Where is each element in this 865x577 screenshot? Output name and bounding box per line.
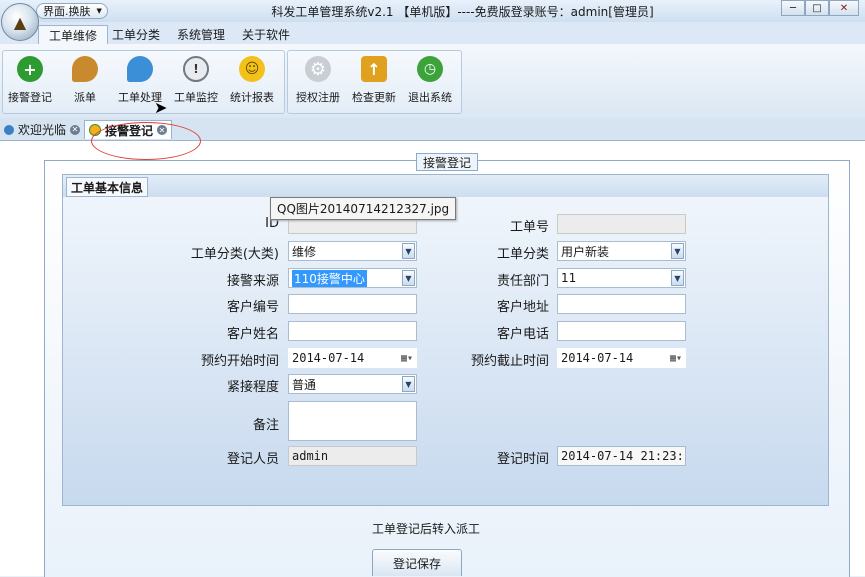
ribbon-group-system: ⚙ 授权注册 ↑ 检查更新 ◷ 退出系统	[287, 50, 462, 114]
tab-ticket-category[interactable]: 工单分类	[102, 25, 170, 44]
monitor-ticket-button[interactable]: ! 工单监控	[169, 56, 223, 105]
message-icon	[127, 56, 153, 82]
registrar-field: admin	[288, 446, 417, 466]
maximize-button[interactable]: □	[805, 0, 829, 16]
app-logo-icon: ▲	[13, 12, 27, 32]
close-button[interactable]: ✕	[829, 0, 859, 16]
end-time-label: 预约截止时间	[470, 354, 549, 369]
license-register-label: 授权注册	[296, 91, 340, 104]
subcategory-label: 工单分类	[496, 247, 549, 262]
skin-button[interactable]: 界面.换肤 ▼	[36, 3, 108, 19]
registrar-label: 登记人员	[226, 452, 279, 467]
start-time-label: 预约开始时间	[200, 354, 279, 369]
ribbon-group-tickets: + 接警登记 派单 工单处理 ! 工单监控 ☺ 统计报表	[2, 50, 285, 114]
ticket-no-field	[557, 214, 686, 234]
gear-icon: ⚙	[305, 56, 331, 82]
form-note: 工单登记后转入派工	[371, 522, 480, 536]
remark-textarea[interactable]	[288, 401, 417, 441]
tab-ticket-repair[interactable]: 工单维修	[38, 25, 109, 44]
chat-icon	[72, 56, 98, 82]
source-select[interactable]: 110接警中心 ▼	[288, 268, 417, 288]
customer-no-label: 客户编号	[226, 300, 279, 315]
customer-phone-field[interactable]	[557, 321, 686, 341]
customer-phone-label: 客户电话	[496, 327, 549, 342]
customer-no-field[interactable]	[288, 294, 417, 314]
ribbon-toolbar: + 接警登记 派单 工单处理 ! 工单监控 ☺ 统计报表 ⚙ 授权注册 ↑ 检查…	[0, 44, 865, 119]
license-register-button[interactable]: ⚙ 授权注册	[291, 56, 345, 105]
urgency-select[interactable]: 普通 ▼	[288, 374, 417, 394]
chevron-down-icon[interactable]: ▼	[402, 243, 415, 259]
form-legend: 接警登记	[416, 153, 479, 171]
chevron-down-icon[interactable]: ▼	[402, 376, 415, 392]
exit-clock-icon: ◷	[417, 56, 443, 82]
title-bar: 科发工单管理系统v2.1 【单机版】----免费版登录账号：admin[管理员]…	[0, 0, 865, 22]
reg-time-label: 登记时间	[496, 452, 549, 467]
customer-addr-field[interactable]	[557, 294, 686, 314]
start-time-picker[interactable]: 2014-07-14 ▦▾	[288, 348, 417, 368]
remark-label: 备注	[252, 418, 279, 433]
panel-header: 工单基本信息	[63, 175, 828, 197]
clock-alert-icon: !	[183, 56, 209, 82]
add-icon: +	[17, 56, 43, 82]
app-menu-orb[interactable]: ▲	[1, 3, 39, 41]
monitor-ticket-label: 工单监控	[174, 91, 218, 104]
ticket-info-panel: 工单基本信息	[62, 174, 829, 506]
chevron-down-icon[interactable]: ▼	[671, 270, 684, 286]
exit-system-button[interactable]: ◷ 退出系统	[403, 56, 457, 105]
info-icon	[4, 124, 14, 135]
check-update-label: 检查更新	[352, 91, 396, 104]
window-title: 科发工单管理系统v2.1 【单机版】----免费版登录账号：admin[管理员]	[271, 5, 654, 19]
end-time-picker[interactable]: 2014-07-14 ▦▾	[557, 348, 686, 368]
source-label: 接警来源	[226, 274, 279, 289]
red-annotation-circle	[91, 122, 201, 160]
update-icon: ↑	[361, 56, 387, 82]
chevron-down-icon[interactable]: ▼	[402, 270, 415, 286]
tab-system-management[interactable]: 系统管理	[167, 25, 235, 44]
tab-about[interactable]: 关于软件	[232, 25, 300, 44]
category-select[interactable]: 维修 ▼	[288, 241, 417, 261]
dispatch-button[interactable]: 派单	[58, 56, 112, 105]
tab-welcome-label: 欢迎光临	[18, 123, 67, 137]
dispatch-label: 派单	[74, 91, 96, 104]
category-label: 工单分类(大类)	[190, 247, 279, 262]
window-controls: ─ □ ✕	[781, 0, 859, 16]
file-tooltip: QQ图片20140714212327.jpg	[270, 197, 457, 220]
chevron-down-icon[interactable]: ▼	[671, 243, 684, 259]
department-select[interactable]: 11 ▼	[557, 268, 686, 288]
save-button[interactable]: 登记保存	[372, 549, 462, 576]
register-alarm-label: 接警登记	[8, 91, 52, 104]
chevron-down-icon: ▼	[96, 7, 102, 15]
check-update-button[interactable]: ↑ 检查更新	[347, 56, 401, 105]
customer-name-label: 客户姓名	[226, 327, 279, 342]
reg-time-field: 2014-07-14 21:23:.	[557, 446, 686, 466]
department-label: 责任部门	[496, 274, 549, 289]
ticket-no-label: 工单号	[509, 220, 549, 235]
exit-system-label: 退出系统	[408, 91, 452, 104]
menu-bar: 工单维修 工单分类 系统管理 关于软件	[0, 22, 865, 44]
statistics-button[interactable]: ☺ 统计报表	[225, 56, 279, 105]
mouse-cursor-icon: ➤	[154, 98, 168, 117]
register-alarm-button[interactable]: + 接警登记	[3, 56, 57, 105]
smiley-icon: ☺	[239, 56, 265, 82]
close-icon[interactable]: ✕	[70, 124, 81, 135]
tab-welcome[interactable]: 欢迎光临 ✕	[0, 120, 84, 139]
customer-name-field[interactable]	[288, 321, 417, 341]
urgency-label: 紧接程度	[226, 380, 279, 395]
subcategory-select[interactable]: 用户新装 ▼	[557, 241, 686, 261]
calendar-icon[interactable]: ▦▾	[398, 350, 416, 366]
minimize-button[interactable]: ─	[781, 0, 805, 16]
statistics-label: 统计报表	[230, 91, 274, 104]
skin-button-label: 界面.换肤	[43, 5, 91, 18]
section-title: 工单基本信息	[66, 177, 149, 197]
calendar-icon[interactable]: ▦▾	[667, 350, 685, 366]
customer-addr-label: 客户地址	[496, 300, 549, 315]
